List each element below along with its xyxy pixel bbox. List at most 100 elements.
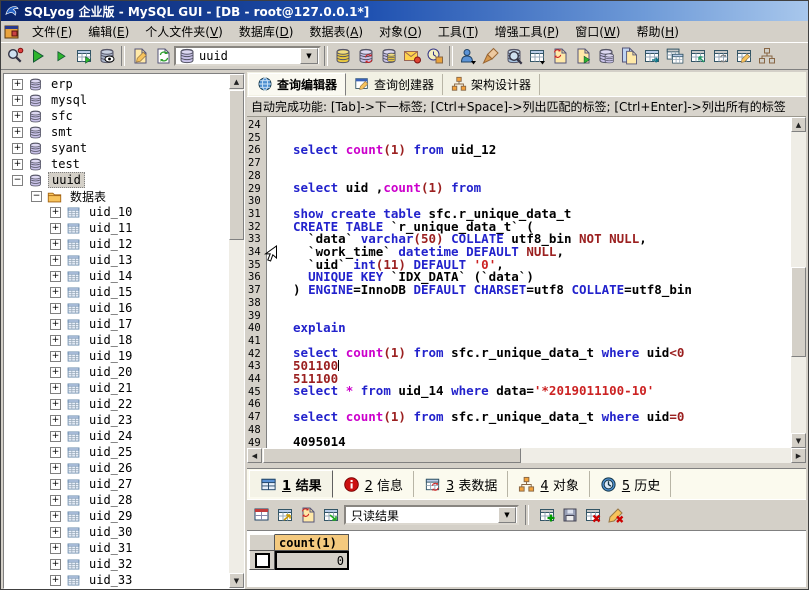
tree-item-uid_10[interactable]: +uid_10: [4, 204, 229, 220]
tree-expander-icon[interactable]: +: [50, 239, 61, 250]
tab-results[interactable]: 1 结果: [249, 470, 333, 498]
export-data-button[interactable]: [640, 45, 663, 68]
tree-expander-icon[interactable]: +: [50, 399, 61, 410]
tree-expander-icon[interactable]: +: [50, 559, 61, 570]
tree-expander-icon[interactable]: +: [12, 143, 23, 154]
tree-item-uid_18[interactable]: +uid_18: [4, 332, 229, 348]
show-values-button[interactable]: [663, 45, 686, 68]
menu-item-9[interactable]: 帮助(H): [628, 21, 686, 42]
delete-row-button[interactable]: [581, 504, 604, 527]
tree-expander-icon[interactable]: +: [50, 319, 61, 330]
cancel-changes-button[interactable]: [604, 504, 627, 527]
tree-expander-icon[interactable]: +: [12, 111, 23, 122]
tree-expander-icon[interactable]: −: [31, 191, 42, 202]
tree-expander-icon[interactable]: +: [12, 79, 23, 90]
save-changes-button[interactable]: [558, 504, 581, 527]
user-manager-button[interactable]: [456, 45, 479, 68]
tree-expander-icon[interactable]: +: [50, 511, 61, 522]
tree-item-sfc[interactable]: +sfc: [4, 108, 229, 124]
grid-header-cell[interactable]: count(1): [275, 534, 349, 551]
database-sync-button[interactable]: [594, 45, 617, 68]
result-mode-dropdown-button[interactable]: ▼: [498, 507, 516, 523]
tree-expander-icon[interactable]: +: [50, 351, 61, 362]
tree-expander-icon[interactable]: +: [50, 335, 61, 346]
email-notification-button[interactable]: [400, 45, 423, 68]
tree-item-uid_13[interactable]: +uid_13: [4, 252, 229, 268]
grid-value-cell[interactable]: 0: [275, 551, 349, 570]
flush-tools-button[interactable]: [479, 45, 502, 68]
editor-scroll-left-button[interactable]: ◀: [247, 448, 262, 463]
sql-code-area[interactable]: select count(1) from uid_12select uid ,c…: [267, 117, 791, 448]
editor-hscrollbar[interactable]: ◀ ▶: [247, 448, 806, 463]
editor-hscroll-thumb[interactable]: [263, 448, 521, 463]
tree-item-uid_28[interactable]: +uid_28: [4, 492, 229, 508]
tree-expander-icon[interactable]: +: [50, 527, 61, 538]
tree-item-uid_19[interactable]: +uid_19: [4, 348, 229, 364]
tree-item-uid_29[interactable]: +uid_29: [4, 508, 229, 524]
grid-row-selector[interactable]: [249, 551, 275, 570]
tree-expander-icon[interactable]: +: [50, 303, 61, 314]
query-notes-button[interactable]: [128, 45, 151, 68]
tree-item-uid_30[interactable]: +uid_30: [4, 524, 229, 540]
tree-item-uid_33[interactable]: +uid_33: [4, 572, 229, 588]
tree-expander-icon[interactable]: +: [50, 255, 61, 266]
menu-item-3[interactable]: 数据库(D): [231, 21, 302, 42]
grid-select-all-cell[interactable]: [249, 534, 275, 551]
insert-row-button[interactable]: [535, 504, 558, 527]
create-database-button[interactable]: [331, 45, 354, 68]
tree-item-uid_27[interactable]: +uid_27: [4, 476, 229, 492]
copy-database-button[interactable]: [377, 45, 400, 68]
tree-item-uuid[interactable]: −uuid: [4, 172, 229, 188]
tree-expander-icon[interactable]: +: [12, 127, 23, 138]
preview-result-button[interactable]: [95, 45, 118, 68]
database-combo-dropdown-button[interactable]: ▼: [300, 48, 318, 64]
structure-sync-button[interactable]: [617, 45, 640, 68]
tree-expander-icon[interactable]: +: [50, 479, 61, 490]
tab-schema-designer[interactable]: 架构设计器: [443, 74, 540, 95]
refresh-resultset-button[interactable]: [319, 504, 342, 527]
result-mode-combo[interactable]: 只读结果▼: [344, 505, 519, 525]
row-checkbox[interactable]: [255, 553, 270, 568]
tree-scroll-down-button[interactable]: ▼: [229, 573, 244, 588]
tree-item-uid_23[interactable]: +uid_23: [4, 412, 229, 428]
menu-item-7[interactable]: 增强工具(P): [487, 21, 568, 42]
refresh-object-browser-button[interactable]: [151, 45, 174, 68]
export-resultset-button[interactable]: [273, 504, 296, 527]
tree-expander-icon[interactable]: +: [12, 95, 23, 106]
menu-item-6[interactable]: 工具(T): [430, 21, 487, 42]
tree-expander-icon[interactable]: +: [50, 575, 61, 586]
tree-item-test[interactable]: +test: [4, 156, 229, 172]
editor-vscrollbar[interactable]: ▲ ▼: [791, 117, 806, 448]
tree-expander-icon[interactable]: +: [50, 287, 61, 298]
tree-item-uid_12[interactable]: +uid_12: [4, 236, 229, 252]
editor-scroll-down-button[interactable]: ▼: [791, 433, 806, 448]
execute-sql-file-button[interactable]: [571, 45, 594, 68]
tree-expander-icon[interactable]: −: [12, 175, 23, 186]
tab-history[interactable]: 5 历史: [590, 471, 671, 497]
tree-item-uid_32[interactable]: +uid_32: [4, 556, 229, 572]
export-to-csv-button[interactable]: [296, 504, 319, 527]
tree-expander-icon[interactable]: +: [50, 543, 61, 554]
schema-sync-button[interactable]: [755, 45, 778, 68]
tree-expander-icon[interactable]: +: [50, 223, 61, 234]
mdi-child-icon[interactable]: [4, 24, 20, 40]
tree-item-uid_16[interactable]: +uid_16: [4, 300, 229, 316]
tree-expander-icon[interactable]: +: [50, 415, 61, 426]
menu-item-0[interactable]: 文件(F): [24, 21, 80, 42]
tree-expander-icon[interactable]: +: [12, 159, 23, 170]
tree-item-数据表[interactable]: −数据表: [4, 188, 229, 204]
tree-expander-icon[interactable]: +: [50, 463, 61, 474]
database-combo[interactable]: uuid▼: [174, 46, 321, 66]
tree-expander-icon[interactable]: +: [50, 367, 61, 378]
editor-scroll-up-button[interactable]: ▲: [791, 117, 806, 132]
menu-item-5[interactable]: 对象(O): [371, 21, 430, 42]
scheduled-jobs-button[interactable]: [423, 45, 446, 68]
tree-item-erp[interactable]: +erp: [4, 76, 229, 92]
tree-item-uid_11[interactable]: +uid_11: [4, 220, 229, 236]
blob-viewer-button[interactable]: [732, 45, 755, 68]
tab-table-data[interactable]: 3 表数据: [414, 471, 508, 497]
tree-item-uid_26[interactable]: +uid_26: [4, 460, 229, 476]
copy-table-button[interactable]: [548, 45, 571, 68]
tab-query-editor[interactable]: 查询编辑器: [248, 73, 346, 96]
editor-vscroll-thumb[interactable]: [791, 267, 806, 357]
